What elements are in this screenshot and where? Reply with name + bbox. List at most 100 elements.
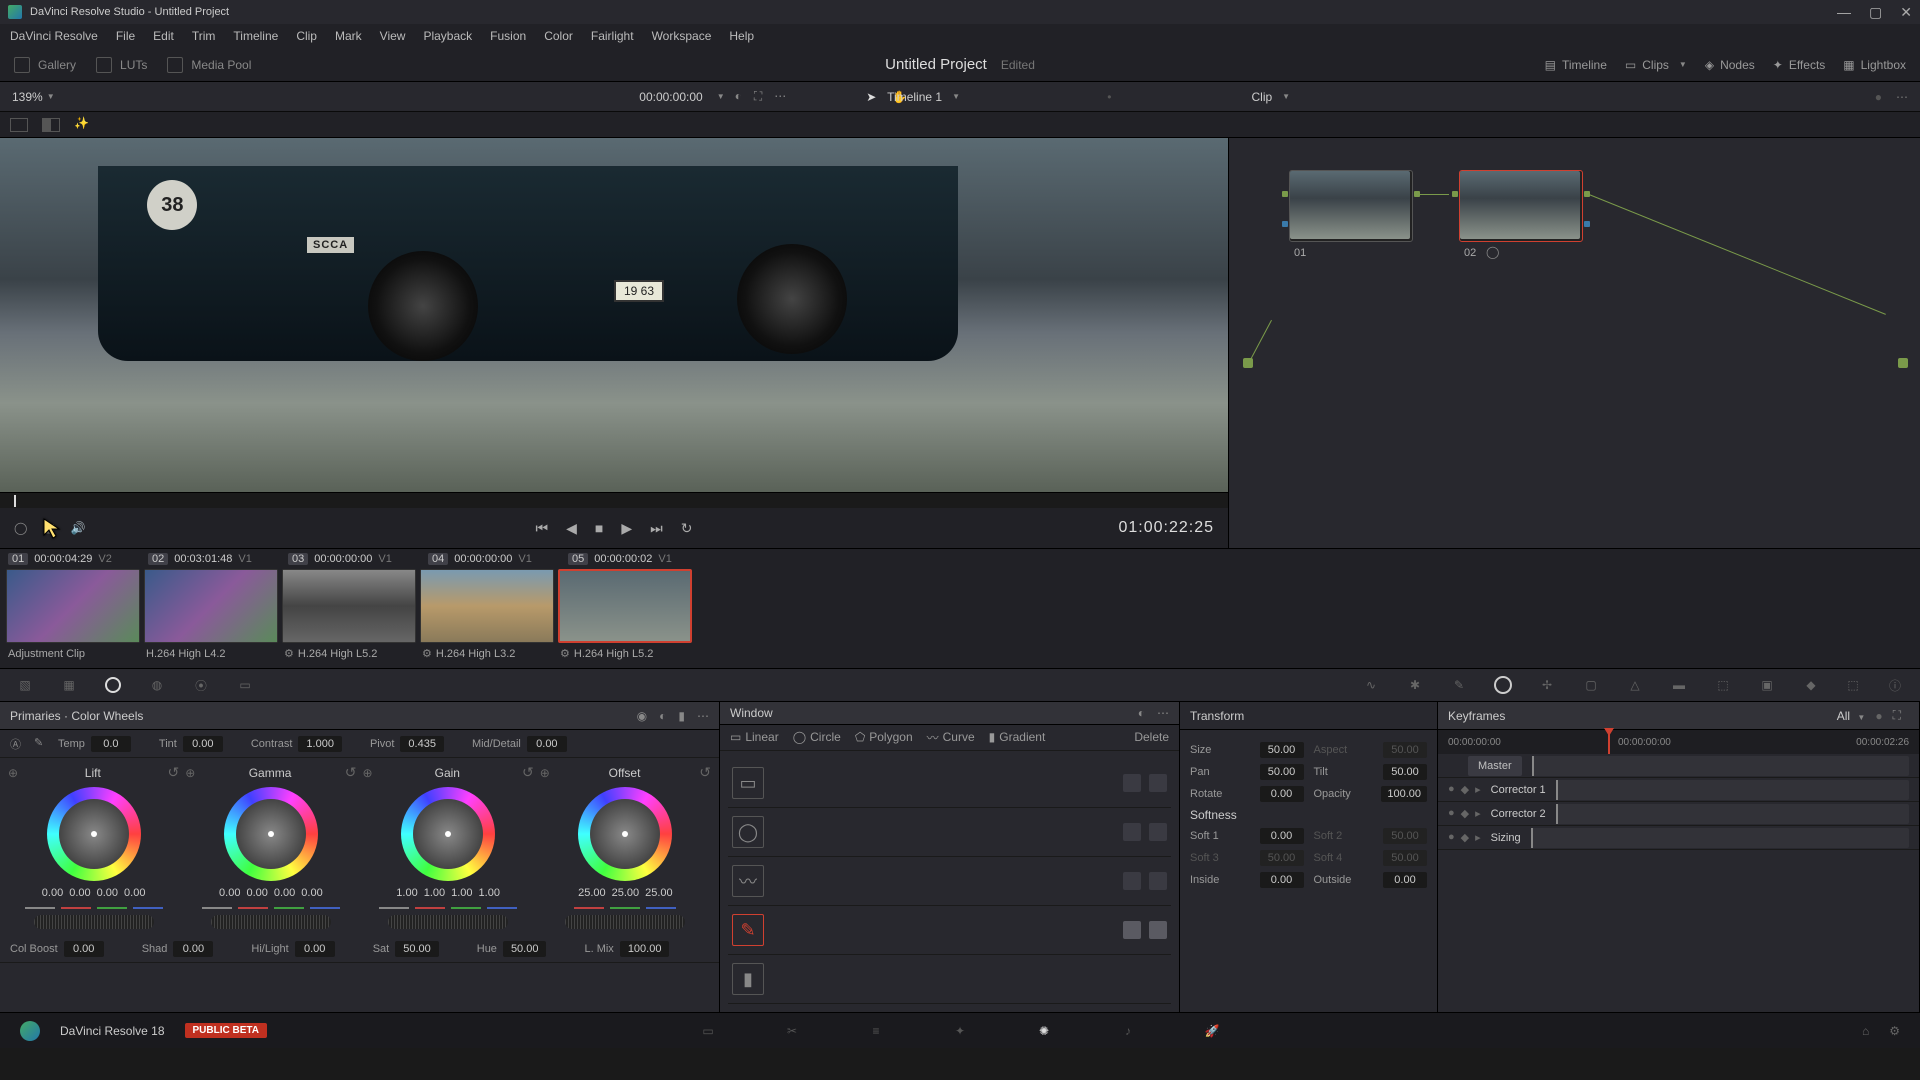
menu-view[interactable]: View [380,29,406,43]
soft4-value[interactable]: 50.00 [1383,850,1427,866]
qualifier-tool-icon[interactable]: ✎ [1448,674,1470,696]
curve-shape-button[interactable]: 〰Curve [927,729,975,746]
timeline-button[interactable]: Timeline [1562,58,1607,72]
shape-item-circle[interactable]: ◯ [728,808,1171,857]
nodes-button[interactable]: Nodes [1720,58,1755,72]
stop-button[interactable]: ■ [595,520,603,537]
viewer[interactable]: 38 SCCA 19 63 [0,138,1228,492]
color-wheel[interactable] [224,787,318,881]
picker-icon[interactable]: ✎ [34,736,50,752]
wheel-reset-icon[interactable]: ↺ [168,764,180,781]
color-wheel[interactable] [401,787,495,881]
mediapool-button[interactable]: Media Pool [191,58,251,72]
primaries-log-mode-icon[interactable]: ◐ [659,709,666,723]
more-icon[interactable]: ⋯ [774,89,786,104]
wheel-jog[interactable] [211,915,331,929]
menu-help[interactable]: Help [729,29,754,43]
primaries-wheel-mode-icon[interactable]: ◉ [637,709,647,723]
wand-icon[interactable]: ✨ [74,116,92,134]
tilt-value[interactable]: 50.00 [1383,764,1427,780]
clip-thumb[interactable] [420,569,554,643]
node-graph[interactable]: 01 02 ◯ [1228,138,1920,548]
clip-dropdown[interactable]: Clip [1251,90,1272,104]
keyframes-all-dropdown[interactable]: All ▼ [1837,709,1866,723]
menu-mark[interactable]: Mark [335,29,362,43]
node-output-dot[interactable] [1898,358,1908,368]
bypass-icon[interactable]: ◐ [735,89,742,104]
node-input-dot[interactable] [1243,358,1253,368]
color-wheel[interactable] [578,787,672,881]
warper-icon[interactable]: ✱ [1404,674,1426,696]
dot-icon[interactable]: ● [1875,90,1882,104]
auto-balance-icon[interactable]: Ⓐ [10,736,26,752]
pointer-icon[interactable]: ➤ [866,90,876,104]
motion-icon[interactable]: ▭ [234,674,256,696]
menu-fusion[interactable]: Fusion [490,29,526,43]
colboost-value[interactable]: 0.00 [64,941,104,957]
soft2-value[interactable]: 50.00 [1383,828,1427,844]
keyframes-expand-icon[interactable]: ⛶ [1893,708,1901,723]
soft1-value[interactable]: 0.00 [1260,828,1304,844]
menu-playback[interactable]: Playback [423,29,472,43]
view-dual-icon[interactable] [42,118,60,132]
wheel-target-icon[interactable]: ⊕ [363,766,373,780]
color-wheels-icon[interactable] [102,674,124,696]
lmix-value[interactable]: 100.00 [620,941,670,957]
next-clip-button[interactable]: ⏭ [650,520,663,537]
polygon-shape-button[interactable]: ⬠Polygon [855,730,913,744]
wheel-target-icon[interactable]: ⊕ [8,766,18,780]
kf-track[interactable]: ●◆▸ Corrector 1 [1438,778,1919,802]
luts-button[interactable]: LUTs [120,58,147,72]
keyframes-timeline[interactable]: 00:00:00:00 00:00:00:00 00:00:02:26 [1438,730,1919,754]
step-back-button[interactable]: ◀ [566,520,577,537]
keyframes-dot-icon[interactable]: ● [1875,709,1882,723]
window-more-icon[interactable]: ⋯ [1157,706,1169,720]
shape-item-gradient[interactable]: ▮ [728,955,1171,1004]
soft3-value[interactable]: 50.00 [1260,850,1304,866]
shape-item-linear[interactable]: ▭ [728,759,1171,808]
shape-item-pen[interactable]: ✎ [728,906,1171,955]
tint-value[interactable]: 0.00 [183,736,223,752]
sat-value[interactable]: 50.00 [395,941,439,957]
zoom-level[interactable]: 139% [12,90,43,104]
home-button[interactable]: ⌂ [1862,1024,1869,1038]
menu-file[interactable]: File [116,29,135,43]
sizing-icon[interactable]: ⬚ [1712,674,1734,696]
tracker-icon[interactable]: ✢ [1536,674,1558,696]
wheel-reset-icon[interactable]: ↺ [522,764,534,781]
info-icon[interactable]: ⓘ [1884,674,1906,696]
color-page-button[interactable]: ✺ [1032,1019,1056,1043]
view-single-icon[interactable] [10,118,28,132]
wheel-values[interactable]: 1.001.001.001.00 [396,887,500,899]
kf-track[interactable]: ●◆▸ Sizing [1438,826,1919,850]
deliver-page-button[interactable]: 🚀 [1200,1019,1224,1043]
qualifier-icon[interactable]: ◯ [14,521,27,535]
menu-workspace[interactable]: Workspace [652,29,712,43]
opacity-value[interactable]: 100.00 [1381,786,1427,802]
clip-thumb[interactable] [144,569,278,643]
keyframe-mode-icon[interactable]: ◆ [1800,674,1822,696]
hilight-value[interactable]: 0.00 [295,941,335,957]
size-value[interactable]: 50.00 [1260,742,1304,758]
cut-page-button[interactable]: ✂ [780,1019,804,1043]
fusion-page-button[interactable]: ✦ [948,1019,972,1043]
node-1[interactable]: 01 [1289,170,1413,242]
effects-button[interactable]: Effects [1789,58,1825,72]
shad-value[interactable]: 0.00 [173,941,213,957]
camera-raw-icon[interactable]: ▧ [14,674,36,696]
key-icon[interactable]: ▬ [1668,674,1690,696]
middetail-value[interactable]: 0.00 [527,736,567,752]
wheel-reset-icon[interactable]: ↺ [699,764,711,781]
play-button[interactable]: ▶ [621,520,632,537]
maximize-button[interactable]: ▢ [1869,4,1882,21]
wheel-values[interactable]: 0.000.000.000.00 [42,887,146,899]
menu-timeline[interactable]: Timeline [233,29,278,43]
edit-page-button[interactable]: ≡ [864,1019,888,1043]
hue-value[interactable]: 50.00 [503,941,547,957]
timecode[interactable]: 00:00:00:00 [639,90,702,104]
primaries-bars-mode-icon[interactable]: ▮ [678,709,685,723]
menu-trim[interactable]: Trim [192,29,216,43]
pan-value[interactable]: 50.00 [1260,764,1304,780]
wheel-reset-icon[interactable]: ↺ [345,764,357,781]
menu-davinci[interactable]: DaVinci Resolve [10,29,98,43]
